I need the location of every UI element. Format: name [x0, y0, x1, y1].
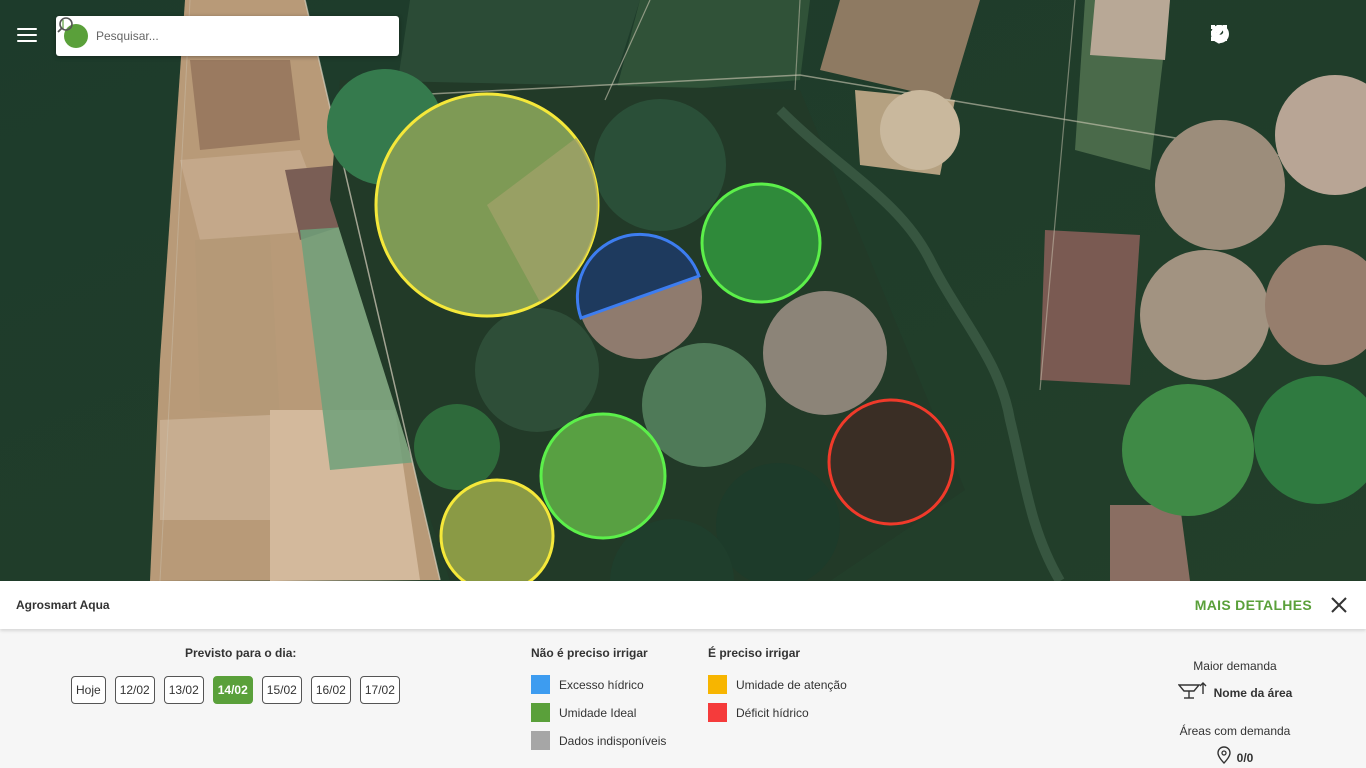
- satellite-map[interactable]: ?: [0, 0, 1366, 581]
- pivot-circle: [594, 99, 726, 231]
- pivot-circle: [880, 90, 960, 170]
- pivot-ideal-green[interactable]: [700, 182, 822, 304]
- legend-item: Umidade de atenção: [708, 675, 847, 694]
- legend-item: Umidade Ideal: [531, 703, 666, 722]
- field-tan: [190, 60, 300, 150]
- highest-demand-label: Maior demanda: [1193, 659, 1277, 673]
- legend-swatch: [531, 675, 550, 694]
- legend-label: Déficit hídrico: [736, 705, 809, 720]
- field-tan: [195, 235, 280, 420]
- sprinkler-icon: [1177, 681, 1208, 704]
- search-icon[interactable]: [57, 17, 391, 47]
- legend-panel: Previsto para o dia: Hoje 12/02 13/02 14/02…: [0, 629, 1366, 768]
- legend-label: Excesso hídrico: [559, 677, 644, 692]
- pivot-circle: [642, 343, 766, 467]
- day-button[interactable]: 16/02: [310, 676, 351, 704]
- legend-item: Excesso hídrico: [531, 675, 666, 694]
- search-input[interactable]: [96, 29, 369, 43]
- legend-item: Dados indisponíveis: [531, 731, 666, 750]
- legend-irrigation: É preciso irrigar Umidade de atenção Défi…: [708, 646, 847, 731]
- close-icon[interactable]: [1328, 594, 1350, 616]
- more-details-button[interactable]: MAIS DETALHES: [1195, 597, 1312, 613]
- pivot-circle: [1155, 120, 1285, 250]
- field-tan: [1090, 0, 1170, 60]
- legend-swatch: [708, 703, 727, 722]
- day-button[interactable]: 17/02: [359, 676, 400, 704]
- menu-button[interactable]: [14, 24, 42, 48]
- legend-heading: Não é preciso irrigar: [531, 646, 648, 660]
- info-bar: Agrosmart Aqua MAIS DETALHES: [0, 581, 1366, 629]
- forecast-title: Previsto para o dia:: [185, 646, 297, 660]
- pivot-circle: [1122, 384, 1254, 516]
- search-bar: [56, 16, 399, 56]
- app-title: Agrosmart Aqua: [16, 598, 110, 612]
- legend-label: Umidade de atenção: [736, 677, 847, 692]
- field-brown: [1040, 230, 1140, 385]
- pivot-circle: [763, 291, 887, 415]
- field-dark: [615, 0, 810, 95]
- day-button[interactable]: 15/02: [261, 676, 302, 704]
- areas-demand-label: Áreas com demanda: [1179, 724, 1291, 738]
- day-button[interactable]: 14/02: [212, 676, 253, 704]
- pivot-circle: [414, 404, 500, 490]
- pivot-ideal-green[interactable]: [539, 412, 667, 540]
- pivot-deficit-red[interactable]: [827, 398, 955, 526]
- demand-summary: Maior demanda Nome da área Áreas com dem…: [1150, 659, 1320, 768]
- map-imagery: [0, 0, 1366, 581]
- map-pin-icon: [1216, 746, 1231, 768]
- account-icon[interactable]: [1211, 24, 1352, 46]
- legend-no-irrigation: Não é preciso irrigar Excesso hídrico Umi…: [531, 646, 666, 759]
- legend-label: Dados indisponíveis: [559, 733, 667, 748]
- legend-heading: É preciso irrigar: [708, 646, 801, 660]
- day-selector: Hoje 12/02 13/02 14/02 15/02 16/02 17/02: [71, 676, 400, 704]
- pivot-circle: [1140, 250, 1270, 380]
- field-brown: [1110, 505, 1190, 581]
- legend-swatch: [531, 731, 550, 750]
- apps-grid-icon[interactable]: [1211, 24, 1272, 46]
- legend-swatch: [708, 675, 727, 694]
- areas-count: 0/0: [1236, 750, 1254, 765]
- area-name: Nome da área: [1213, 685, 1293, 700]
- legend-item: Déficit hídrico: [708, 703, 847, 722]
- help-icon[interactable]: ?: [1211, 24, 1312, 46]
- day-button[interactable]: Hoje: [71, 676, 106, 704]
- legend-label: Umidade Ideal: [559, 705, 637, 720]
- day-button[interactable]: 12/02: [114, 676, 155, 704]
- day-button[interactable]: 13/02: [163, 676, 204, 704]
- pivot-attention-yellow[interactable]: [439, 478, 555, 581]
- top-toolbar: ?: [1210, 24, 1352, 46]
- pivot-circle: [475, 308, 599, 432]
- field-tan: [160, 415, 280, 520]
- legend-swatch: [531, 703, 550, 722]
